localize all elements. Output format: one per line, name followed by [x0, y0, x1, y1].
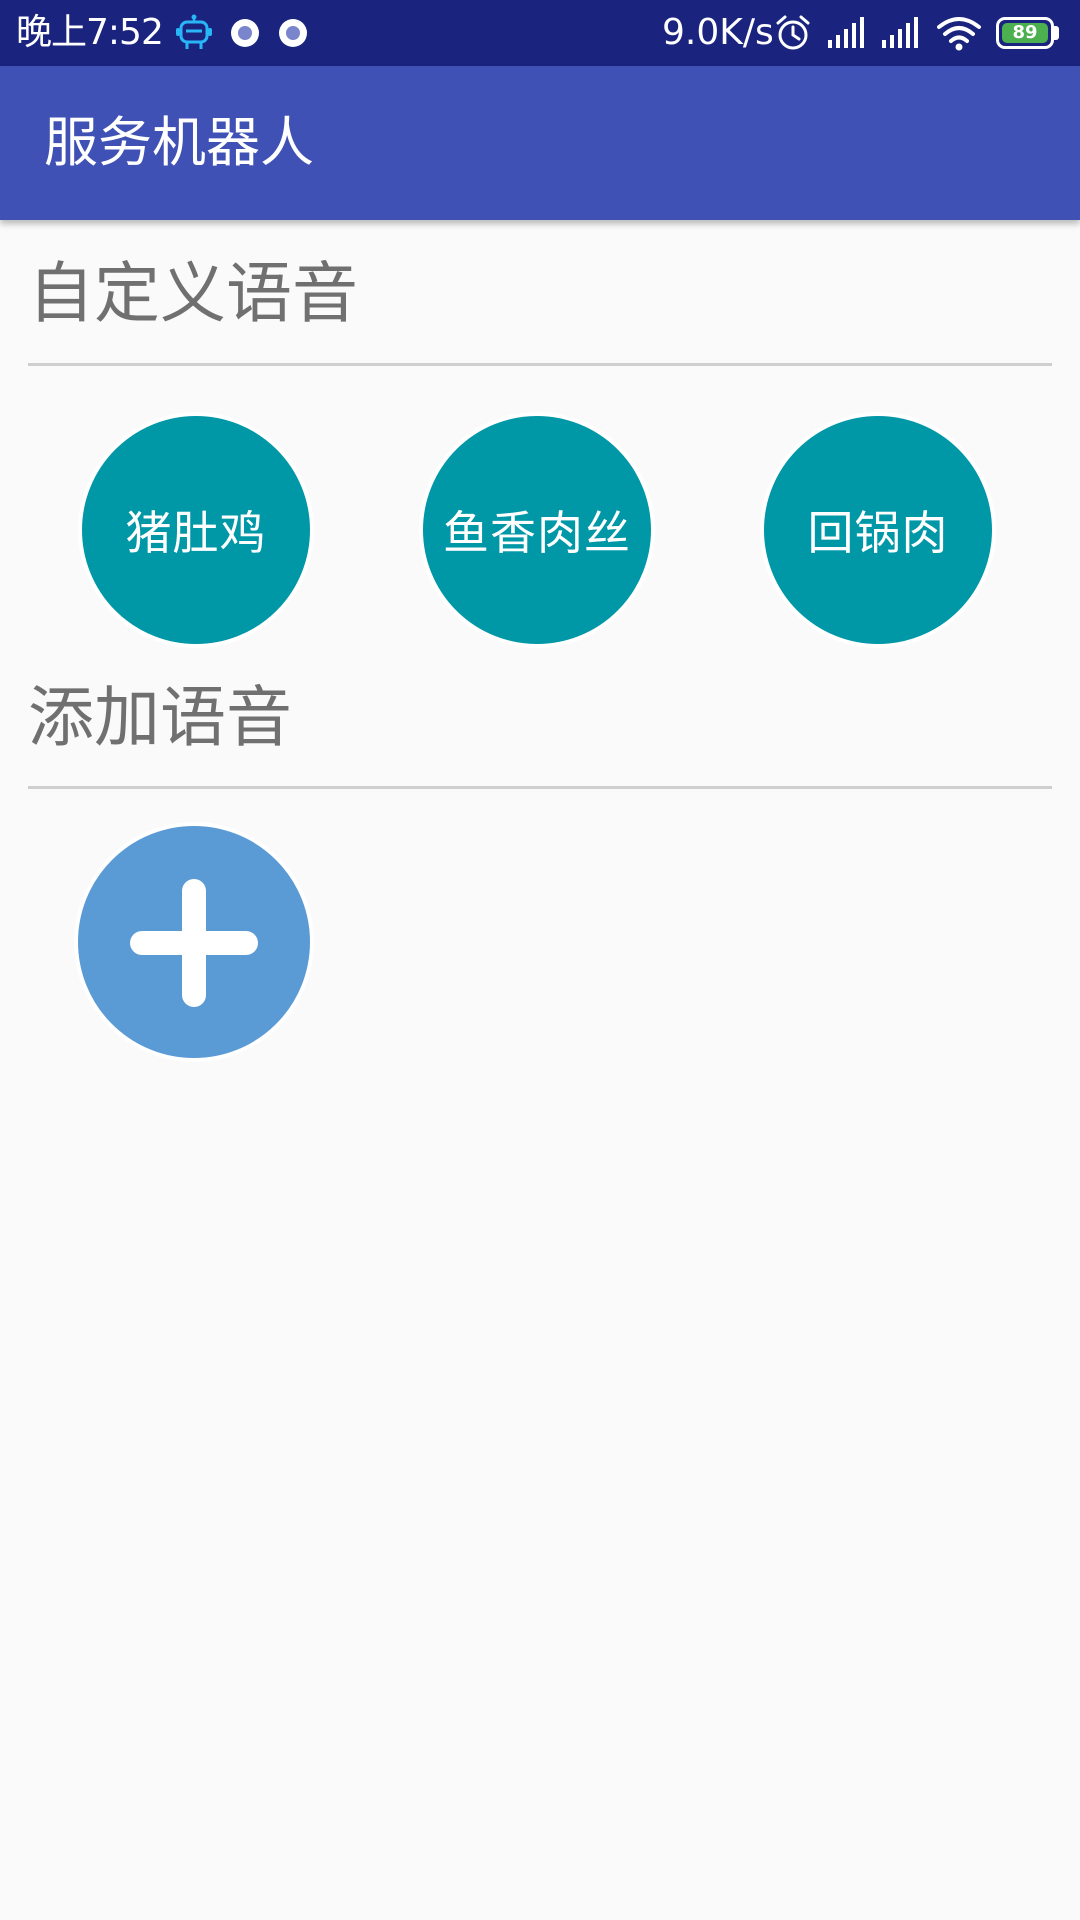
section-divider: [28, 363, 1052, 366]
app-title: 服务机器人: [44, 111, 314, 174]
signal-icon: [828, 17, 864, 48]
voice-button-yuxiang[interactable]: 鱼香肉丝: [419, 412, 655, 648]
record-icon: [279, 19, 307, 47]
status-bar: 晚上7:52 9.0K/s 89: [0, 0, 1080, 66]
record-icon: [231, 19, 259, 47]
status-time: 晚上7:52: [16, 12, 164, 53]
battery-icon: 89: [996, 17, 1060, 49]
voice-button-huiguo[interactable]: 回锅肉: [760, 412, 996, 648]
section-divider: [28, 786, 1052, 789]
app-bar: 服务机器人: [0, 66, 1080, 220]
alarm-icon: [776, 15, 810, 50]
signal-icon: [882, 17, 918, 48]
battery-level: 89: [1012, 22, 1038, 43]
add-voice-button[interactable]: [74, 822, 314, 1062]
wifi-icon: [937, 17, 981, 51]
custom-voice-title: 自定义语音: [28, 255, 358, 332]
robot-icon: [176, 14, 212, 49]
add-voice-title: 添加语音: [28, 679, 292, 756]
network-speed: 9.0K/s: [662, 12, 774, 53]
voice-button-zhudu[interactable]: 猪肚鸡: [78, 412, 314, 648]
